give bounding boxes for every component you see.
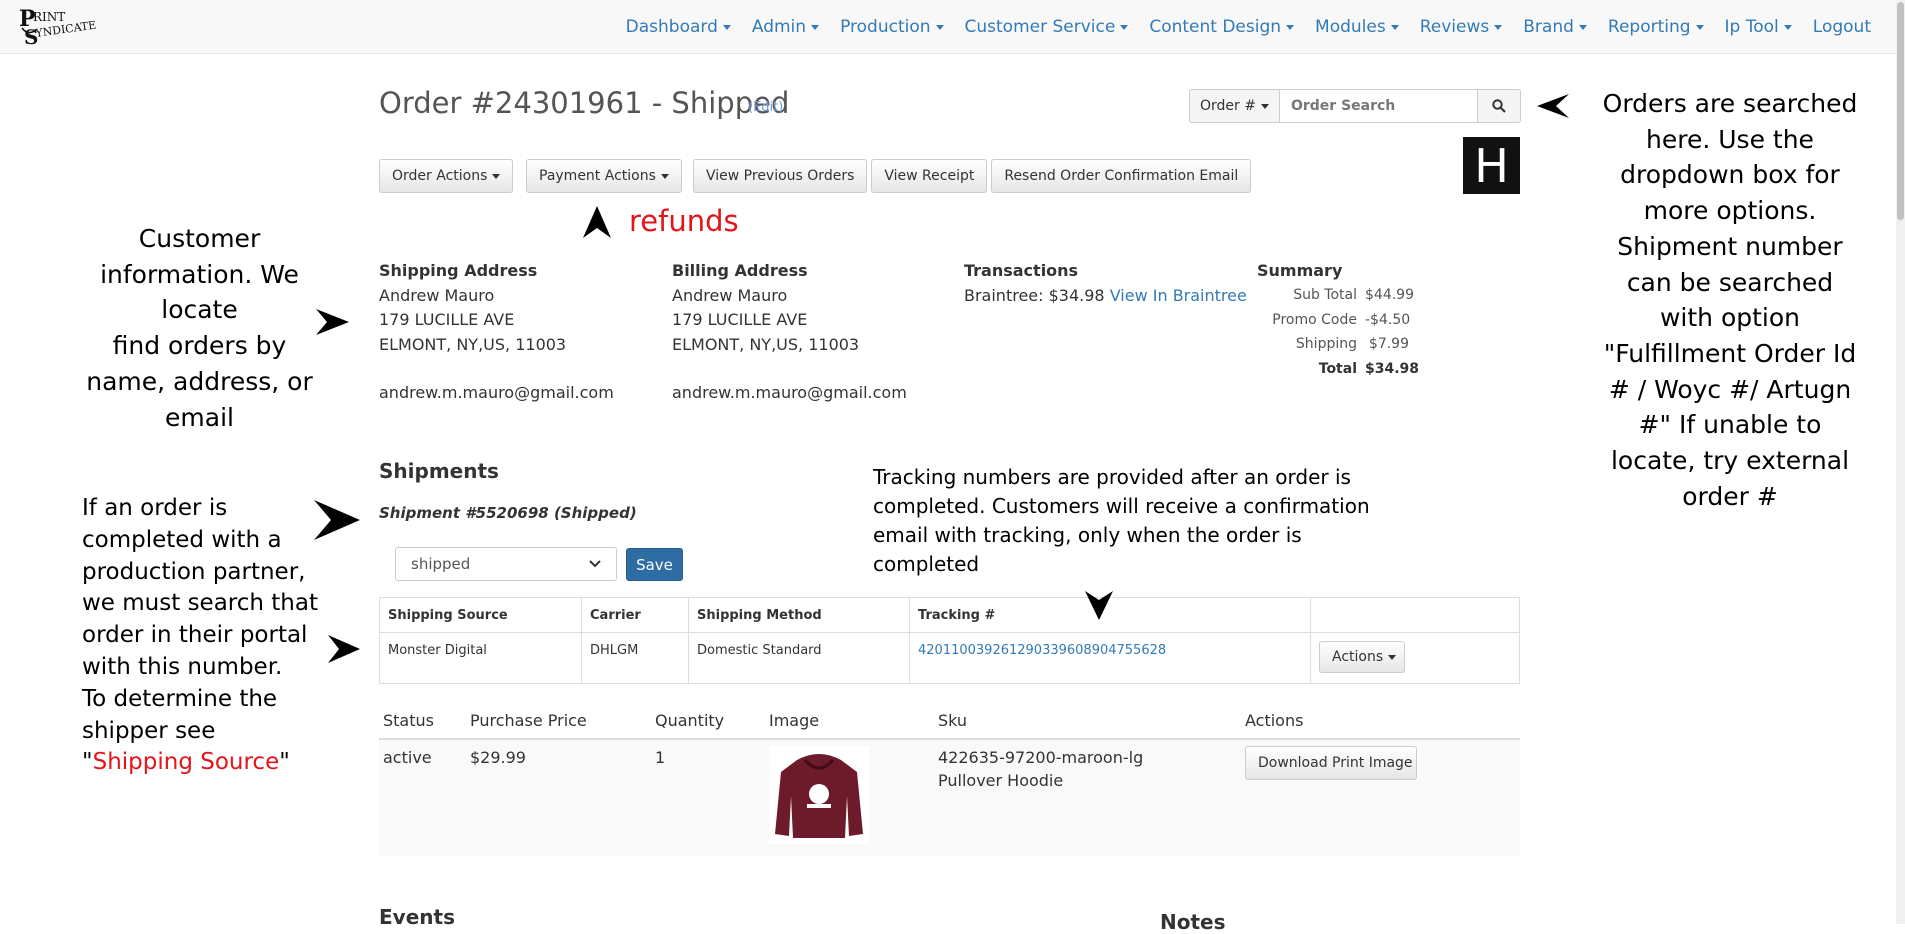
arrow-right-icon [314,500,360,540]
arrow-up-icon [583,206,611,238]
arrow-left-icon [1537,94,1569,118]
arrow-down-icon [1085,591,1113,620]
tracking-help-annotation: Tracking numbers are provided after an o… [873,465,1370,576]
partner-help-annotation: If an order is completed with a producti… [82,495,318,776]
customer-info-annotation: Customer information. We locate find ord… [86,224,313,432]
refunds-annotation: refunds [629,204,739,238]
search-help-annotation: Orders are searched here. Use the dropdo… [1602,89,1858,511]
arrow-right-icon [328,635,360,663]
